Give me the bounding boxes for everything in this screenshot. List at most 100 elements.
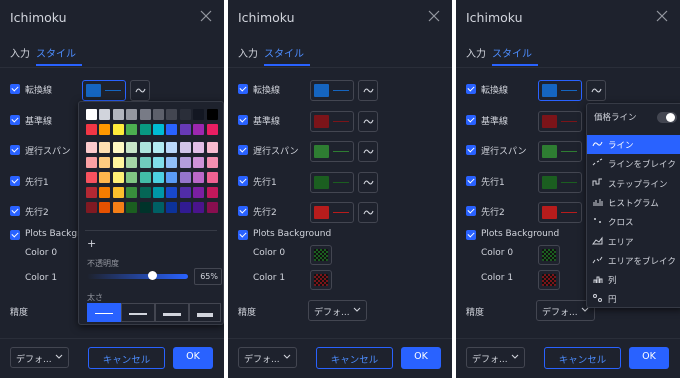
plots-background-checkbox[interactable] <box>466 230 476 240</box>
line-style-button[interactable] <box>358 202 378 223</box>
color-swatch[interactable] <box>166 124 178 135</box>
line-style-option-cross[interactable]: クロス <box>587 212 680 231</box>
tab-input[interactable]: 入力 <box>466 45 486 60</box>
plots-background-checkbox[interactable] <box>238 230 248 240</box>
visibility-checkbox[interactable] <box>466 206 476 216</box>
color-swatch[interactable] <box>206 157 218 168</box>
cancel-button[interactable]: キャンセル <box>544 347 621 369</box>
color-swatch[interactable] <box>153 202 164 213</box>
color-swatch[interactable] <box>126 172 138 183</box>
color-swatch[interactable] <box>179 172 191 183</box>
color-swatch[interactable] <box>193 142 205 153</box>
tab-style[interactable]: スタイル <box>36 45 76 60</box>
color-swatch[interactable] <box>153 187 164 198</box>
color-swatch-button[interactable] <box>538 80 582 101</box>
visibility-checkbox[interactable] <box>466 84 476 94</box>
color-swatch-button[interactable] <box>310 80 354 101</box>
color-swatch[interactable] <box>193 187 205 198</box>
color-swatch[interactable] <box>126 202 138 213</box>
cloud-color-swatch[interactable] <box>310 270 332 290</box>
opacity-value[interactable]: 65% <box>194 268 222 285</box>
visibility-checkbox[interactable] <box>238 84 248 94</box>
color-swatch[interactable] <box>99 202 111 213</box>
color-swatch[interactable] <box>99 157 111 168</box>
color-swatch[interactable] <box>112 157 124 168</box>
line-style-option-line[interactable]: ライン <box>587 135 680 154</box>
template-select[interactable]: デフォ... <box>466 347 525 368</box>
add-custom-color-button[interactable]: + <box>87 237 96 250</box>
color-swatch[interactable] <box>193 202 205 213</box>
color-swatch[interactable] <box>139 172 151 183</box>
line-style-button[interactable] <box>358 111 378 132</box>
color-swatch-button[interactable] <box>82 80 126 101</box>
ok-button[interactable]: OK <box>629 347 669 369</box>
tab-input[interactable]: 入力 <box>238 45 258 60</box>
color-swatch[interactable] <box>206 124 218 135</box>
color-swatch[interactable] <box>139 142 151 153</box>
visibility-checkbox[interactable] <box>10 84 20 94</box>
visibility-checkbox[interactable] <box>10 145 20 155</box>
visibility-checkbox[interactable] <box>466 145 476 155</box>
line-style-option-area[interactable]: エリア <box>587 232 680 251</box>
color-swatch[interactable] <box>112 109 124 120</box>
visibility-checkbox[interactable] <box>238 115 248 125</box>
color-swatch[interactable] <box>179 157 191 168</box>
color-swatch[interactable] <box>112 124 124 135</box>
line-style-option-columns[interactable]: 列 <box>587 270 680 289</box>
color-swatch[interactable] <box>179 124 191 135</box>
close-icon[interactable] <box>656 10 668 22</box>
visibility-checkbox[interactable] <box>466 115 476 125</box>
color-swatch-button[interactable] <box>310 111 354 132</box>
color-swatch[interactable] <box>166 187 178 198</box>
tab-style[interactable]: スタイル <box>492 45 532 60</box>
visibility-checkbox[interactable] <box>10 176 20 186</box>
color-swatch[interactable] <box>112 142 124 153</box>
visibility-checkbox[interactable] <box>10 115 20 125</box>
color-swatch[interactable] <box>86 202 97 213</box>
visibility-checkbox[interactable] <box>238 176 248 186</box>
color-swatch[interactable] <box>86 172 97 183</box>
color-swatch[interactable] <box>166 157 178 168</box>
visibility-checkbox[interactable] <box>238 206 248 216</box>
line-style-button[interactable] <box>130 80 150 101</box>
color-swatch[interactable] <box>112 202 124 213</box>
color-swatch[interactable] <box>86 142 97 153</box>
color-swatch[interactable] <box>126 187 138 198</box>
ok-button[interactable]: OK <box>401 347 441 369</box>
color-swatch[interactable] <box>99 172 111 183</box>
line-style-option-circles[interactable]: 円 <box>587 289 680 308</box>
opacity-slider[interactable] <box>87 274 188 279</box>
thickness-option-2[interactable] <box>121 303 155 322</box>
visibility-checkbox[interactable] <box>238 145 248 155</box>
color-swatch[interactable] <box>193 109 205 120</box>
color-swatch[interactable] <box>139 202 151 213</box>
thickness-option-4[interactable] <box>189 303 221 322</box>
color-swatch[interactable] <box>99 187 111 198</box>
line-style-option-line-with-breaks[interactable]: ラインをブレイク <box>587 154 680 173</box>
color-swatch[interactable] <box>153 172 164 183</box>
line-style-button[interactable] <box>358 172 378 193</box>
color-swatch[interactable] <box>206 187 218 198</box>
ok-button[interactable]: OK <box>173 347 213 369</box>
color-swatch[interactable] <box>179 187 191 198</box>
close-icon[interactable] <box>200 10 212 22</box>
price-line-toggle[interactable] <box>657 112 677 123</box>
color-swatch[interactable] <box>139 157 151 168</box>
color-swatch[interactable] <box>153 124 164 135</box>
cancel-button[interactable]: キャンセル <box>88 347 165 369</box>
color-swatch[interactable] <box>86 187 97 198</box>
color-swatch[interactable] <box>166 142 178 153</box>
color-swatch[interactable] <box>126 124 138 135</box>
color-swatch-button[interactable] <box>310 141 354 162</box>
color-swatch[interactable] <box>166 172 178 183</box>
color-swatch[interactable] <box>206 142 218 153</box>
cloud-color-swatch[interactable] <box>538 245 560 265</box>
color-swatch[interactable] <box>193 172 205 183</box>
color-swatch[interactable] <box>153 157 164 168</box>
cloud-color-swatch[interactable] <box>310 245 332 265</box>
color-swatch[interactable] <box>86 157 97 168</box>
color-swatch[interactable] <box>86 124 97 135</box>
tab-input[interactable]: 入力 <box>10 45 30 60</box>
template-select[interactable]: デフォ... <box>238 347 297 368</box>
line-style-option-area-with-breaks[interactable]: エリアをブレイク <box>587 251 680 270</box>
